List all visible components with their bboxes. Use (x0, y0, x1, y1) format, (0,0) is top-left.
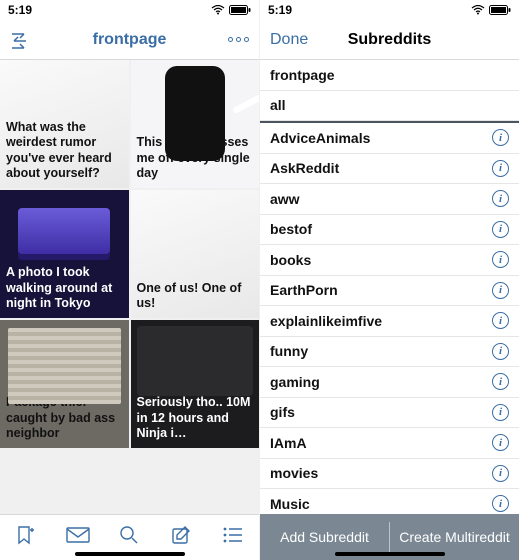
info-icon[interactable]: i (492, 221, 509, 238)
list-item-label: IAmA (270, 435, 307, 451)
tab-bookmark[interactable] (0, 515, 52, 560)
post-card[interactable]: A photo I took walking around at night i… (0, 190, 129, 318)
info-icon[interactable]: i (492, 129, 509, 146)
tab-list[interactable] (207, 515, 259, 560)
info-icon[interactable]: i (492, 404, 509, 421)
list-item-label: books (270, 252, 311, 268)
bookmark-icon (15, 525, 37, 550)
list-item-label: AskReddit (270, 160, 339, 176)
home-indicator (335, 552, 445, 556)
list-item-label: bestof (270, 221, 312, 237)
list-item-subreddit[interactable]: bestof i (260, 215, 519, 246)
list-item-label: funny (270, 343, 308, 359)
list-item-label: frontpage (270, 67, 335, 83)
list-item-all[interactable]: all (260, 91, 519, 122)
post-title: A photo I took walking around at night i… (6, 265, 123, 312)
done-label: Done (270, 31, 308, 49)
done-button[interactable]: Done (270, 31, 308, 49)
list-item-frontpage[interactable]: frontpage (260, 60, 519, 91)
subreddit-list[interactable]: frontpage all AdviceAnimals i AskReddit i aww i… (260, 60, 519, 514)
post-card[interactable]: Package thief caught by bad ass neighbor (0, 320, 129, 448)
info-icon[interactable]: i (492, 465, 509, 482)
add-subreddit-label: Add Subreddit (280, 529, 369, 545)
list-item-label: AdviceAnimals (270, 130, 370, 146)
info-icon[interactable]: i (492, 160, 509, 177)
search-icon (119, 525, 139, 550)
status-bar: 5:19 (0, 0, 259, 20)
list-item-label: gaming (270, 374, 320, 390)
list-item-subreddit[interactable]: books i (260, 245, 519, 276)
status-time: 5:19 (8, 3, 32, 17)
list-item-subreddit[interactable]: gaming i (260, 367, 519, 398)
post-title: One of us! One of us! (137, 281, 254, 312)
more-icon (228, 37, 249, 42)
info-icon[interactable]: i (492, 434, 509, 451)
list-item-subreddit[interactable]: aww i (260, 184, 519, 215)
sort-icon (10, 29, 32, 51)
list-item-label: all (270, 97, 286, 113)
status-time: 5:19 (268, 3, 292, 17)
info-icon[interactable]: i (492, 312, 509, 329)
list-item-label: aww (270, 191, 300, 207)
filter-button[interactable] (10, 29, 32, 51)
battery-icon (229, 5, 251, 15)
post-title: This design pisses me off every single d… (137, 135, 254, 182)
info-icon[interactable]: i (492, 343, 509, 360)
post-title: Seriously tho.. 10M in 12 hours and Ninj… (137, 395, 254, 442)
list-item-label: Music (270, 496, 310, 512)
info-icon[interactable]: i (492, 495, 509, 512)
status-bar: 5:19 (260, 0, 519, 20)
status-right (211, 5, 251, 15)
list-item-label: EarthPorn (270, 282, 338, 298)
post-title: What was the weirdest rumor you've ever … (6, 120, 123, 183)
list-item-label: explainlikeimfive (270, 313, 382, 329)
wifi-icon (211, 5, 225, 15)
info-icon[interactable]: i (492, 251, 509, 268)
info-icon[interactable]: i (492, 373, 509, 390)
list-icon (223, 527, 243, 548)
post-card[interactable]: This design pisses me off every single d… (131, 60, 260, 188)
info-icon[interactable]: i (492, 190, 509, 207)
nav-header-right: Done Subreddits (260, 20, 519, 60)
home-indicator (75, 552, 185, 556)
status-right (471, 5, 511, 15)
list-item-subreddit[interactable]: Music i (260, 489, 519, 514)
list-item-label: gifs (270, 404, 295, 420)
create-multireddit-label: Create Multireddit (399, 529, 510, 545)
more-button[interactable] (228, 37, 249, 42)
nav-header-left: frontpage (0, 20, 259, 60)
list-item-subreddit[interactable]: funny i (260, 337, 519, 368)
post-title: Package thief caught by bad ass neighbor (6, 395, 123, 442)
list-item-subreddit[interactable]: AskReddit i (260, 154, 519, 185)
frontpage-pane: 5:19 frontpage What was the weirdest rum… (0, 0, 259, 560)
list-item-subreddit[interactable]: explainlikeimfive i (260, 306, 519, 337)
subreddits-pane: 5:19 Done Subreddits frontpage all AdviceA… (260, 0, 519, 560)
post-card[interactable]: Seriously tho.. 10M in 12 hours and Ninj… (131, 320, 260, 448)
wifi-icon (471, 5, 485, 15)
list-item-subreddit[interactable]: movies i (260, 459, 519, 490)
post-card[interactable]: What was the weirdest rumor you've ever … (0, 60, 129, 188)
list-item-subreddit[interactable]: gifs i (260, 398, 519, 429)
list-item-subreddit[interactable]: IAmA i (260, 428, 519, 459)
page-title: frontpage (0, 31, 259, 49)
post-grid: What was the weirdest rumor you've ever … (0, 60, 259, 514)
compose-icon (171, 525, 191, 550)
info-icon[interactable]: i (492, 282, 509, 299)
list-item-label: movies (270, 465, 318, 481)
battery-icon (489, 5, 511, 15)
list-item-subreddit[interactable]: AdviceAnimals i (260, 123, 519, 154)
list-item-subreddit[interactable]: EarthPorn i (260, 276, 519, 307)
mail-icon (66, 527, 90, 548)
post-card[interactable]: One of us! One of us! (131, 190, 260, 318)
